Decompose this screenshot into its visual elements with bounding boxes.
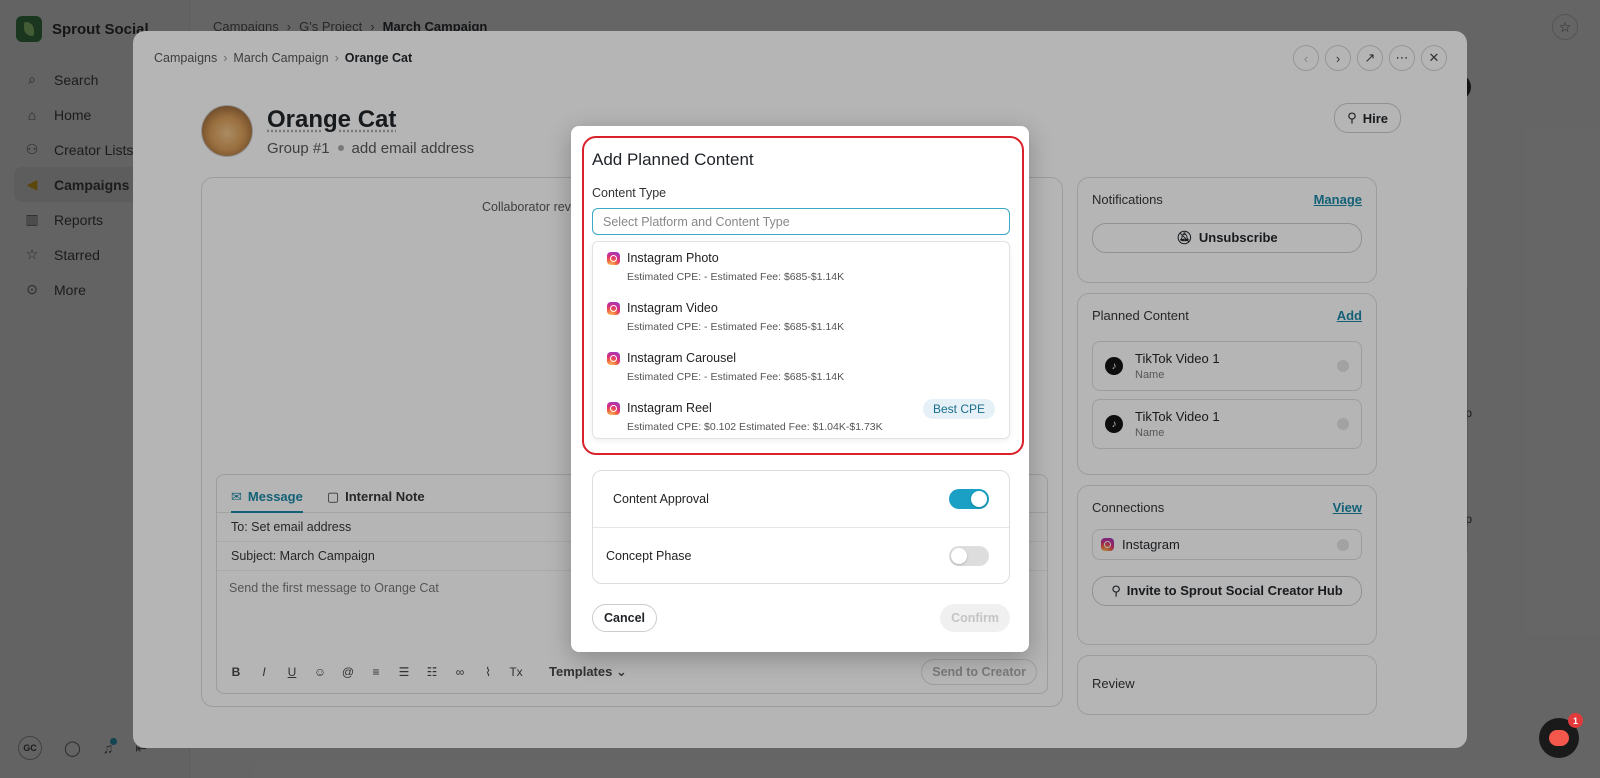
toggle-label: Content Approval [613,492,709,506]
content-type-dropdown: Instagram Photo Estimated CPE: - Estimat… [592,241,1010,439]
option-meta: Estimated CPE: - Estimated Fee: $685-$1.… [627,271,845,283]
option-meta: Estimated CPE: - Estimated Fee: $685-$1.… [627,371,845,383]
option-instagram-carousel[interactable]: Instagram Carousel Estimated CPE: - Esti… [593,342,1009,392]
option-label: Instagram Photo [627,251,719,265]
content-type-select[interactable] [592,208,1010,235]
best-cpe-badge: Best CPE [922,399,995,419]
chat-icon [1549,730,1569,746]
option-meta: Estimated CPE: $0.102 Estimated Fee: $1.… [627,421,883,433]
content-approval-toggle[interactable] [949,489,989,509]
option-label: Instagram Reel [627,401,712,415]
content-approval-row: Content Approval [593,471,1009,527]
option-instagram-reel[interactable]: Instagram Reel Estimated CPE: $0.102 Est… [593,392,1009,438]
option-instagram-photo[interactable]: Instagram Photo Estimated CPE: - Estimat… [593,242,1009,292]
chat-launcher-button[interactable]: 1 [1539,713,1583,758]
cancel-button[interactable]: Cancel [592,604,657,632]
confirm-button[interactable]: Confirm [940,604,1010,632]
option-label: Instagram Carousel [627,351,737,365]
instagram-icon [607,251,620,265]
option-label: Instagram Video [627,301,718,315]
option-instagram-video[interactable]: Instagram Video Estimated CPE: - Estimat… [593,292,1009,342]
toggle-card: Content Approval Concept Phase [592,470,1010,584]
modal-title: Add Planned Content [592,150,754,169]
concept-phase-toggle[interactable] [949,545,989,566]
instagram-icon [607,351,620,365]
instagram-icon [607,401,620,415]
chat-badge: 1 [1568,713,1583,728]
concept-phase-row: Concept Phase [593,527,1009,583]
add-planned-content-modal: Add Planned Content Content Type Instagr… [571,126,1029,652]
instagram-icon [607,301,620,315]
content-type-label: Content Type [592,186,667,200]
option-meta: Estimated CPE: - Estimated Fee: $685-$1.… [627,321,845,333]
toggle-label: Concept Phase [606,548,692,563]
